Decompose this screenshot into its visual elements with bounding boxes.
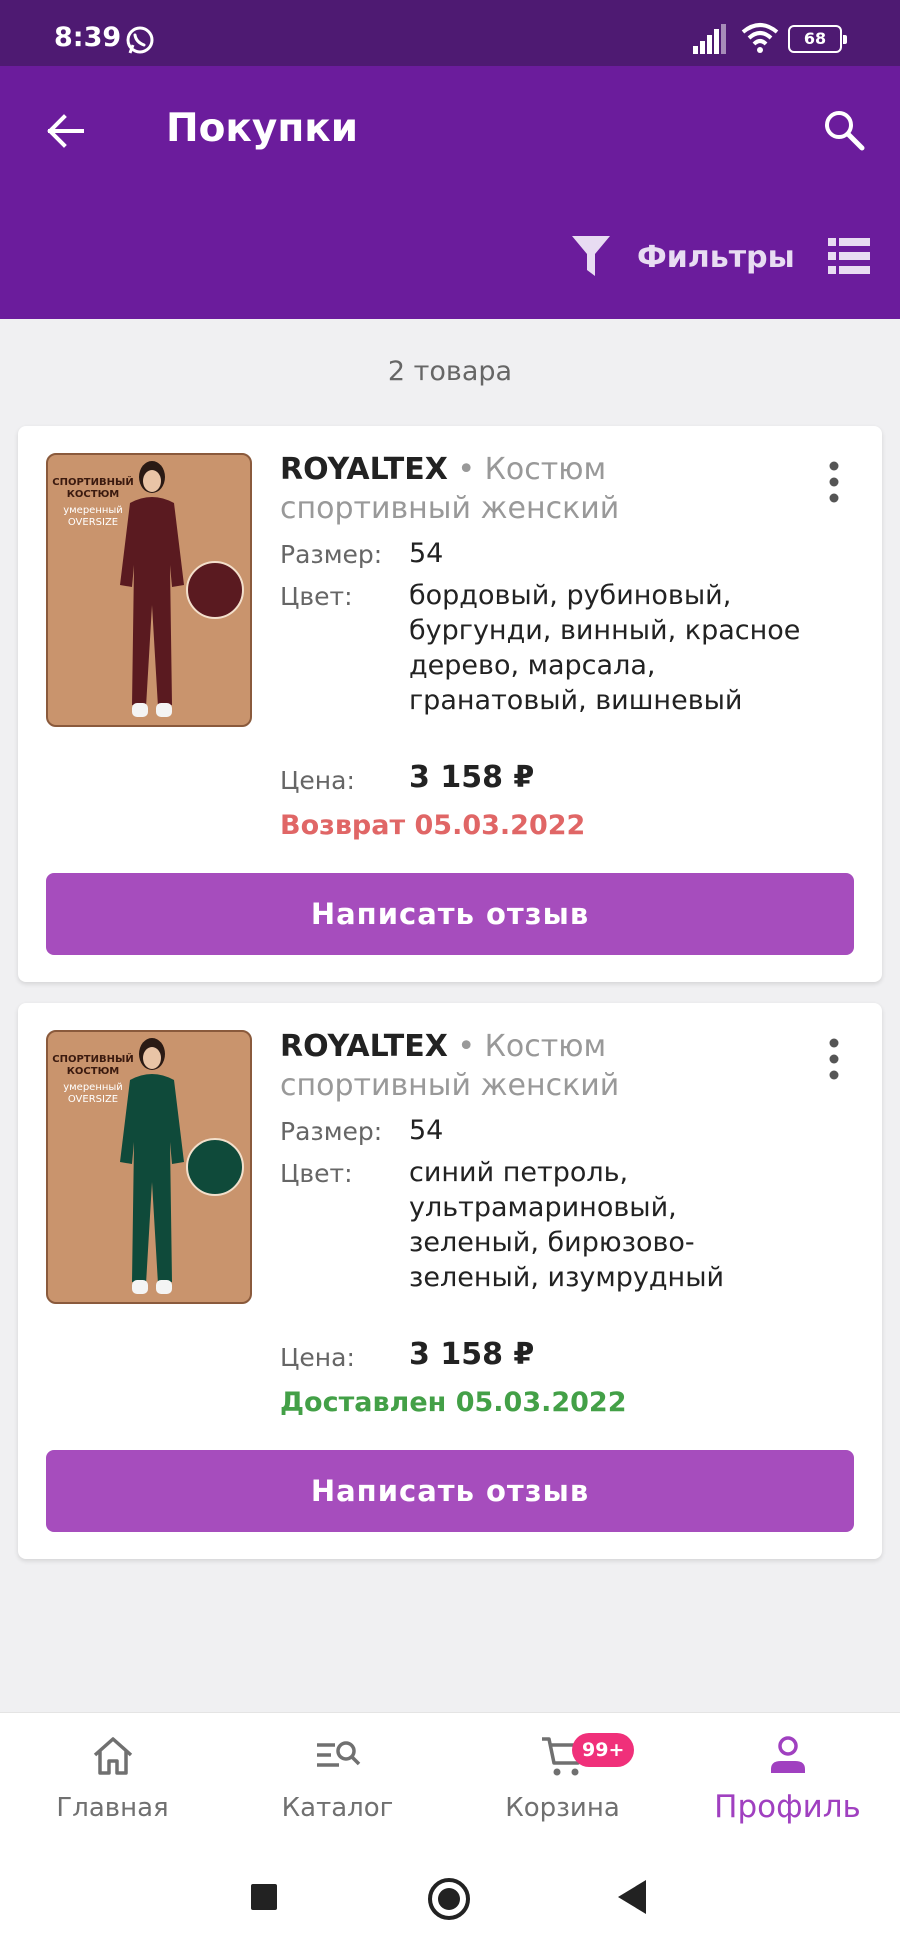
order-card: СПОРТИВНЫЙ КОСТЮМ умеренный OVERSIZE ROY… xyxy=(18,426,882,982)
product-title[interactable]: ROYALTEX • Костюм спортивный женский xyxy=(280,1027,800,1105)
filters-button[interactable]: Фильтры xyxy=(637,240,795,275)
price-value: 3 158 ₽ xyxy=(409,1337,535,1372)
price-label: Цена: xyxy=(280,1343,355,1372)
page-title: Покупки xyxy=(166,106,359,151)
size-label: Размер: xyxy=(280,540,383,569)
wifi-icon xyxy=(741,23,779,53)
battery-indicator: 68 xyxy=(788,25,847,53)
items-count: 2 товара xyxy=(387,356,513,387)
more-options-icon[interactable] xyxy=(828,1037,840,1081)
nav-catalog-label: Каталог xyxy=(281,1793,394,1823)
product-image[interactable]: СПОРТИВНЫЙ КОСТЮМ умеренный OVERSIZE xyxy=(46,1030,252,1304)
size-value: 54 xyxy=(409,1115,444,1146)
cart-badge: 99+ xyxy=(572,1733,635,1767)
brand-name: ROYALTEX xyxy=(280,1029,448,1064)
profile-icon xyxy=(771,1736,805,1773)
nav-catalog[interactable]: Каталог xyxy=(225,1713,450,1843)
app-bar: Покупки Фильтры xyxy=(0,66,900,319)
title-separator: • xyxy=(447,452,485,487)
search-icon[interactable] xyxy=(822,108,866,152)
whatsapp-icon xyxy=(126,26,154,54)
price-label: Цена: xyxy=(280,766,355,795)
nav-home-label: Главная xyxy=(56,1793,169,1823)
write-review-button[interactable]: Написать отзыв xyxy=(46,1450,854,1532)
catalog-search-icon xyxy=(317,1741,361,1767)
size-value: 54 xyxy=(409,538,444,569)
status-time: 8:39 xyxy=(54,22,122,53)
back-arrow-icon[interactable] xyxy=(44,110,86,152)
fabric-swatch xyxy=(186,561,244,619)
filter-icon[interactable] xyxy=(570,234,612,278)
status-bar: 8:39 68 xyxy=(0,0,900,66)
home-icon xyxy=(93,1737,133,1775)
nav-cart[interactable]: 99+ Корзина xyxy=(450,1713,675,1843)
nav-cart-label: Корзина xyxy=(505,1793,620,1823)
order-status: Возврат 05.03.2022 xyxy=(280,810,586,841)
system-back-icon[interactable] xyxy=(618,1880,646,1914)
title-separator: • xyxy=(447,1029,485,1064)
list-view-icon[interactable] xyxy=(828,238,870,274)
home-button-icon[interactable] xyxy=(428,1878,470,1920)
color-value: синий петроль, ультрамариновый, зеленый,… xyxy=(409,1157,725,1293)
system-navigation-bar xyxy=(0,1842,900,1950)
bottom-navigation: Главная Каталог 99+ Корзина Профиль xyxy=(0,1712,900,1842)
brand-name: ROYALTEX xyxy=(280,452,448,487)
color-label: Цвет: xyxy=(280,582,353,611)
more-options-icon[interactable] xyxy=(828,460,840,504)
fabric-swatch xyxy=(186,1138,244,1196)
signal-icon xyxy=(693,24,726,54)
nav-home[interactable]: Главная xyxy=(0,1713,225,1843)
recent-apps-icon[interactable] xyxy=(251,1884,277,1910)
product-title[interactable]: ROYALTEX • Костюм спортивный женский xyxy=(280,450,800,528)
color-value: бордовый, рубиновый, бургунди, винный, к… xyxy=(409,580,801,716)
nav-profile-label: Профиль xyxy=(714,1789,861,1825)
nav-profile[interactable]: Профиль xyxy=(675,1713,900,1843)
color-label: Цвет: xyxy=(280,1159,353,1188)
product-image[interactable]: СПОРТИВНЫЙ КОСТЮМ умеренный OVERSIZE xyxy=(46,453,252,727)
size-label: Размер: xyxy=(280,1117,383,1146)
price-value: 3 158 ₽ xyxy=(409,760,535,795)
order-status: Доставлен 05.03.2022 xyxy=(280,1387,627,1418)
write-review-button[interactable]: Написать отзыв xyxy=(46,873,854,955)
order-card: СПОРТИВНЫЙ КОСТЮМ умеренный OVERSIZE ROY… xyxy=(18,1003,882,1559)
